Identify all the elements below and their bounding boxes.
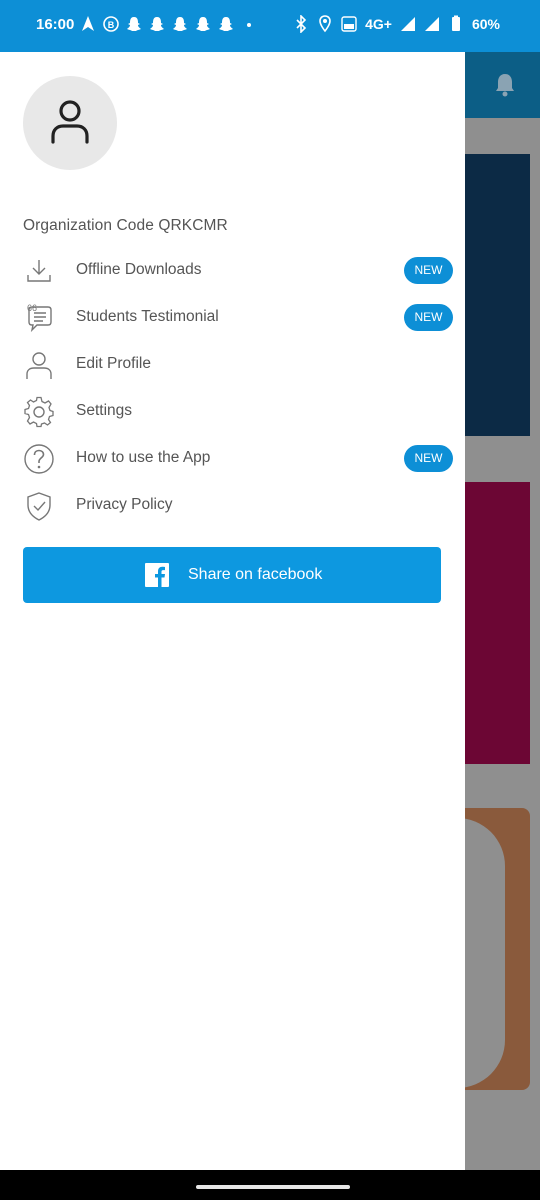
volte-icon [341, 16, 357, 32]
menu-item-students-testimonial[interactable]: 66 Students Testimonial NEW [0, 294, 465, 341]
shield-icon [27, 492, 51, 521]
system-status: 4G+ 60% [293, 15, 500, 33]
home-gesture-handle[interactable] [196, 1185, 350, 1189]
menu-item-offline-downloads[interactable]: Offline Downloads NEW [0, 247, 465, 294]
navigation-arrow-icon [82, 16, 94, 31]
location-icon [319, 15, 331, 33]
new-badge: NEW [404, 445, 453, 472]
menu-item-label: Privacy Policy [76, 496, 173, 513]
user-avatar-icon [51, 100, 89, 144]
signal-icon [400, 17, 415, 31]
menu-item-label: Settings [76, 402, 133, 419]
help-icon [24, 444, 54, 474]
menu-item-settings[interactable]: Settings [0, 388, 465, 435]
navigation-drawer: Organization Code QRKCMR Offline Downloa… [0, 52, 465, 1170]
menu-item-label: Edit Profile [76, 355, 151, 372]
battery-icon [451, 15, 460, 31]
snapchat-icon [196, 17, 210, 31]
download-icon [27, 260, 51, 282]
snapchat-icon [173, 17, 187, 31]
snapchat-icon [127, 17, 141, 31]
testimonial-icon: 66 [27, 303, 52, 333]
gear-icon [24, 396, 54, 428]
notification-icons: B [80, 15, 257, 33]
system-navigation-bar [0, 1170, 540, 1200]
menu-item-edit-profile[interactable]: Edit Profile [0, 341, 465, 388]
new-badge: NEW [404, 257, 453, 284]
b-badge-icon: B [103, 16, 119, 32]
menu-item-privacy-policy[interactable]: Privacy Policy [0, 482, 465, 529]
user-icon [26, 352, 52, 379]
new-badge: NEW [404, 304, 453, 331]
svg-text:66: 66 [27, 303, 37, 313]
network-type: 4G+ [365, 16, 392, 32]
menu-item-label: How to use the App [76, 449, 211, 466]
share-facebook-button[interactable]: Share on facebook [23, 547, 441, 603]
bell-icon [496, 74, 514, 97]
menu-item-label: Students Testimonial [76, 308, 219, 325]
background-card [465, 808, 530, 1090]
snapchat-icon [150, 17, 164, 31]
avatar[interactable] [23, 76, 117, 170]
svg-text:B: B [108, 20, 115, 30]
status-time: 16:00 [36, 16, 75, 33]
signal-icon [424, 17, 439, 31]
organization-code: Organization Code QRKCMR [23, 217, 228, 234]
menu-item-label: Offline Downloads [76, 261, 202, 278]
snapchat-icon [219, 17, 233, 31]
facebook-icon [145, 563, 169, 587]
status-bar: 16:00 B 4G+ 60% [0, 0, 540, 52]
share-facebook-label: Share on facebook [188, 566, 323, 583]
menu-item-how-to-use[interactable]: How to use the App NEW [0, 435, 465, 482]
dot-icon [247, 23, 251, 27]
background-card [465, 154, 530, 436]
bluetooth-icon [296, 15, 307, 33]
battery-level: 60% [471, 16, 500, 32]
background-card [465, 482, 530, 764]
